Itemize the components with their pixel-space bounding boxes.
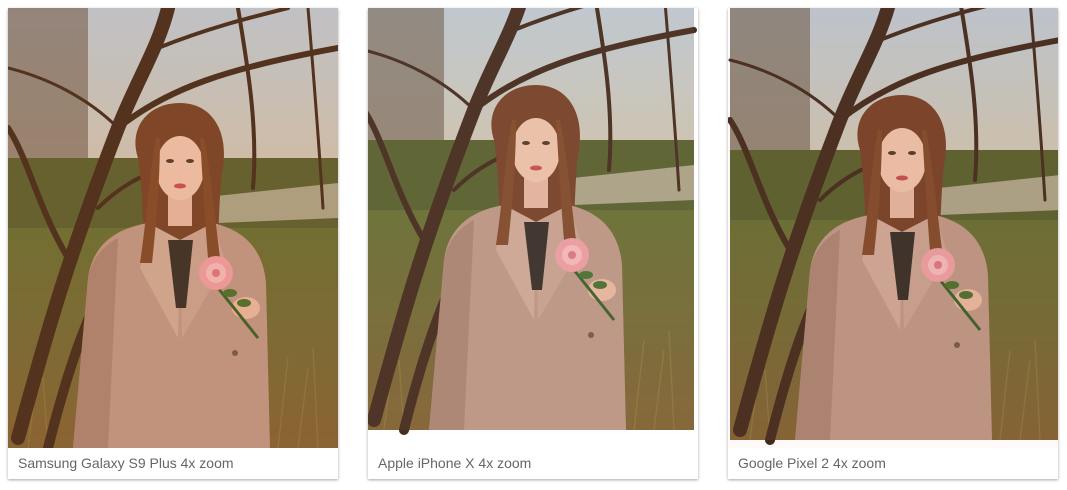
photo-card-iphone[interactable]: Apple iPhone X 4x zoom <box>368 8 698 479</box>
photo-caption: Apple iPhone X 4x zoom <box>368 448 698 479</box>
comparison-gallery: Samsung Galaxy S9 Plus 4x zoom Apple iPh… <box>0 0 1067 490</box>
photo-caption: Samsung Galaxy S9 Plus 4x zoom <box>8 448 338 479</box>
photo-card-pixel[interactable]: Google Pixel 2 4x zoom <box>728 8 1058 479</box>
photo-google-pixel-2[interactable] <box>728 8 1058 448</box>
photo-apple-iphone-x[interactable] <box>368 8 698 448</box>
photo-card-samsung[interactable]: Samsung Galaxy S9 Plus 4x zoom <box>8 8 338 479</box>
photo-samsung-galaxy-s9-plus[interactable] <box>8 8 338 448</box>
photo-caption: Google Pixel 2 4x zoom <box>728 448 1058 479</box>
